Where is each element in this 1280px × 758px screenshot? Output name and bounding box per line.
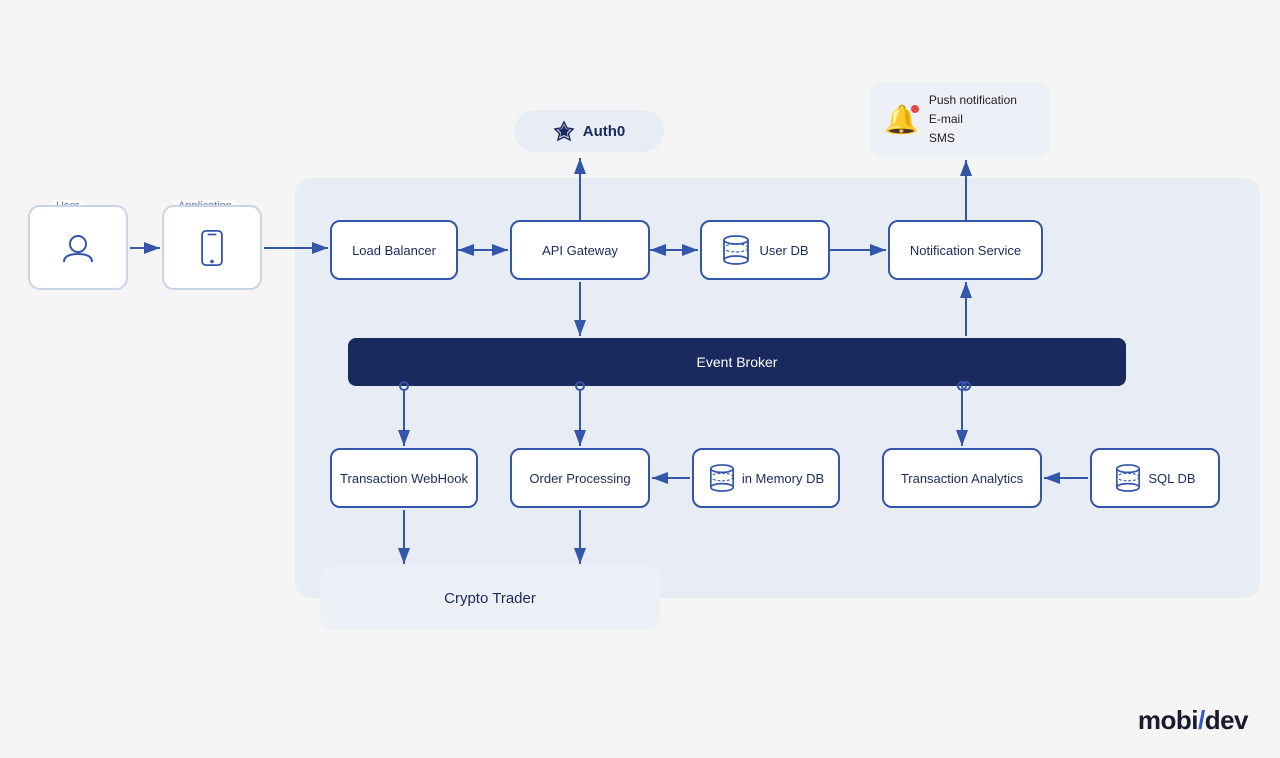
order-processing-label: Order Processing (529, 471, 630, 486)
load-balancer-box: Load Balancer (330, 220, 458, 280)
transaction-webhook-label: Transaction WebHook (340, 471, 468, 486)
sms-label: SMS (929, 129, 1017, 148)
user-db-label: User DB (759, 243, 808, 258)
mobidev-logo: mobi/dev (1138, 705, 1248, 736)
logo-slash: / (1198, 705, 1205, 735)
sql-db-box: SQL DB (1090, 448, 1220, 508)
user-icon (60, 230, 96, 266)
diagram-area: 🔔 Push notification E-mail SMS Auth0 Use… (0, 0, 1280, 758)
auth0-label: Auth0 (583, 123, 626, 140)
logo-part1: mobi (1138, 705, 1198, 735)
auth0-icon (553, 120, 575, 142)
auth0-box: Auth0 (514, 110, 664, 152)
user-db-icon (721, 234, 751, 266)
transaction-analytics-label: Transaction Analytics (901, 471, 1023, 486)
transaction-analytics-box: Transaction Analytics (882, 448, 1042, 508)
notification-info-box: 🔔 Push notification E-mail SMS (870, 82, 1050, 157)
application-box (162, 205, 262, 290)
crypto-trader-box: Crypto Trader (320, 566, 660, 630)
logo-part2: dev (1205, 705, 1248, 735)
notification-text: Push notification E-mail SMS (929, 91, 1017, 149)
push-notification-label: Push notification (929, 91, 1017, 110)
in-memory-db-box: in Memory DB (692, 448, 840, 508)
bell-dot (911, 105, 919, 113)
order-processing-box: Order Processing (510, 448, 650, 508)
application-icon (198, 230, 226, 266)
user-db-box: User DB (700, 220, 830, 280)
api-gateway-label: API Gateway (542, 243, 618, 258)
notification-service-label: Notification Service (910, 243, 1021, 258)
event-broker-label: Event Broker (697, 354, 778, 370)
sql-db-label: SQL DB (1148, 471, 1195, 486)
load-balancer-label: Load Balancer (352, 243, 436, 258)
transaction-webhook-box: Transaction WebHook (330, 448, 478, 508)
in-memory-db-icon (708, 463, 736, 493)
notification-service-box: Notification Service (888, 220, 1043, 280)
api-gateway-box: API Gateway (510, 220, 650, 280)
sql-db-icon (1114, 463, 1142, 493)
event-broker-box: Event Broker (348, 338, 1126, 386)
crypto-trader-label: Crypto Trader (444, 590, 536, 607)
user-box (28, 205, 128, 290)
in-memory-db-label: in Memory DB (742, 471, 824, 486)
email-label: E-mail (929, 110, 1017, 129)
